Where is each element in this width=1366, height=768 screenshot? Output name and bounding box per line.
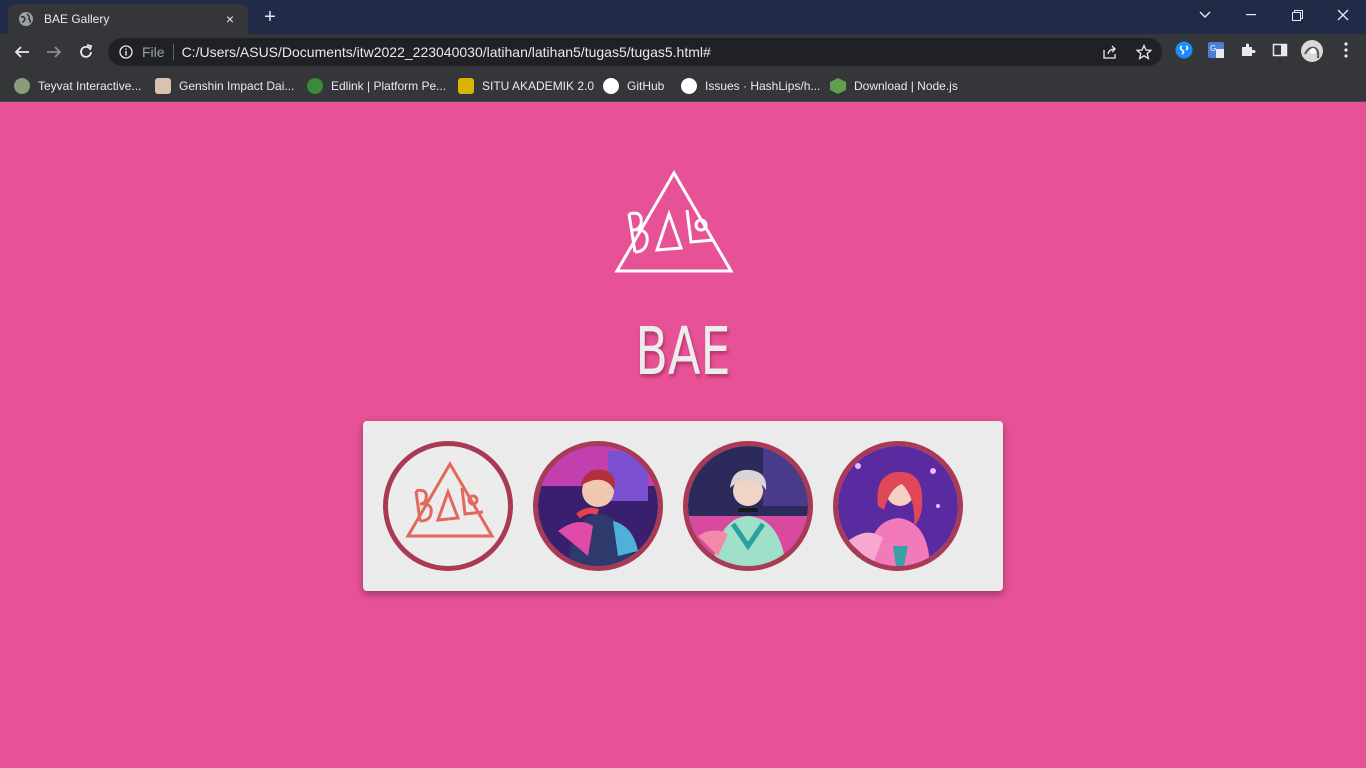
extensions-puzzle-icon[interactable] xyxy=(1238,40,1258,60)
url-text[interactable]: C:/Users/ASUS/Documents/itw2022_22304003… xyxy=(182,44,711,60)
svg-text:G: G xyxy=(1210,44,1216,53)
bookmark-item[interactable]: GitHub xyxy=(603,76,664,96)
side-panel-icon[interactable] xyxy=(1270,40,1290,60)
bae-logo-icon xyxy=(405,461,495,538)
member-portrait xyxy=(838,446,958,566)
gallery-thumb-logo[interactable] xyxy=(383,441,513,571)
bookmark-label: SITU AKADEMIK 2.0 xyxy=(482,79,595,93)
bookmark-label: Issues · HashLips/h... xyxy=(705,79,821,93)
bookmark-star-icon[interactable] xyxy=(1136,44,1152,60)
bookmark-label: Download | Node.js xyxy=(854,79,958,93)
nodejs-icon xyxy=(830,78,846,94)
gallery-thumb-member-2[interactable] xyxy=(683,441,813,571)
bae-logo xyxy=(614,170,734,273)
github-icon xyxy=(603,78,619,94)
bookmark-item[interactable]: Download | Node.js xyxy=(830,76,958,96)
bookmark-item[interactable]: SITU AKADEMIK 2.0 xyxy=(458,76,594,96)
window-close-icon[interactable] xyxy=(1320,0,1366,30)
teyvat-icon xyxy=(14,78,30,94)
bookmark-label: GitHub xyxy=(627,79,665,93)
shazam-extension-icon[interactable] xyxy=(1174,40,1194,60)
bookmark-label: Edlink | Platform Pe... xyxy=(331,79,447,93)
bookmark-item[interactable]: Issues · HashLips/h... xyxy=(681,76,820,96)
browser-tab[interactable]: BAE Gallery × xyxy=(8,4,248,34)
minimize-icon[interactable] xyxy=(1228,0,1274,30)
bookmark-item[interactable]: Teyvat Interactive... xyxy=(14,76,141,96)
translate-extension-icon[interactable]: G xyxy=(1206,40,1226,60)
profile-avatar[interactable] xyxy=(1300,39,1324,63)
browser-toolbar: File C:/Users/ASUS/Documents/itw2022_223… xyxy=(0,34,1366,70)
page-title: BAE xyxy=(635,313,731,390)
address-bar[interactable]: File C:/Users/ASUS/Documents/itw2022_223… xyxy=(108,38,1162,66)
reload-icon[interactable] xyxy=(72,38,100,66)
genshin-icon xyxy=(155,78,171,94)
chrome-menu-icon[interactable] xyxy=(1336,40,1356,60)
bookmark-item[interactable]: Edlink | Platform Pe... xyxy=(307,76,446,96)
situ-icon xyxy=(458,78,474,94)
tab-title: BAE Gallery xyxy=(44,12,110,26)
member-portrait xyxy=(688,446,808,566)
bookmarks-bar: Teyvat Interactive... Genshin Impact Dai… xyxy=(0,70,1366,102)
site-info-icon[interactable] xyxy=(118,44,134,60)
edlink-icon xyxy=(307,78,323,94)
close-tab-icon[interactable]: × xyxy=(222,11,238,27)
gallery-card xyxy=(363,421,1003,591)
member-portrait xyxy=(538,446,658,566)
bookmark-label: Genshin Impact Dai... xyxy=(179,79,295,93)
share-icon[interactable] xyxy=(1102,44,1118,60)
globe-icon xyxy=(18,11,34,27)
github-icon xyxy=(681,78,697,94)
tab-search-icon[interactable] xyxy=(1182,0,1228,30)
gallery-thumb-member-3[interactable] xyxy=(833,441,963,571)
bookmark-label: Teyvat Interactive... xyxy=(38,79,142,93)
forward-icon[interactable] xyxy=(40,38,68,66)
bookmark-item[interactable]: Genshin Impact Dai... xyxy=(155,76,294,96)
page-body: BAE xyxy=(0,103,1366,768)
url-scheme: File xyxy=(142,44,174,60)
title-bar: BAE Gallery × + xyxy=(0,0,1366,34)
gallery-thumb-member-1[interactable] xyxy=(533,441,663,571)
new-tab-button[interactable]: + xyxy=(258,6,282,30)
restore-icon[interactable] xyxy=(1274,0,1320,30)
back-icon[interactable] xyxy=(8,38,36,66)
